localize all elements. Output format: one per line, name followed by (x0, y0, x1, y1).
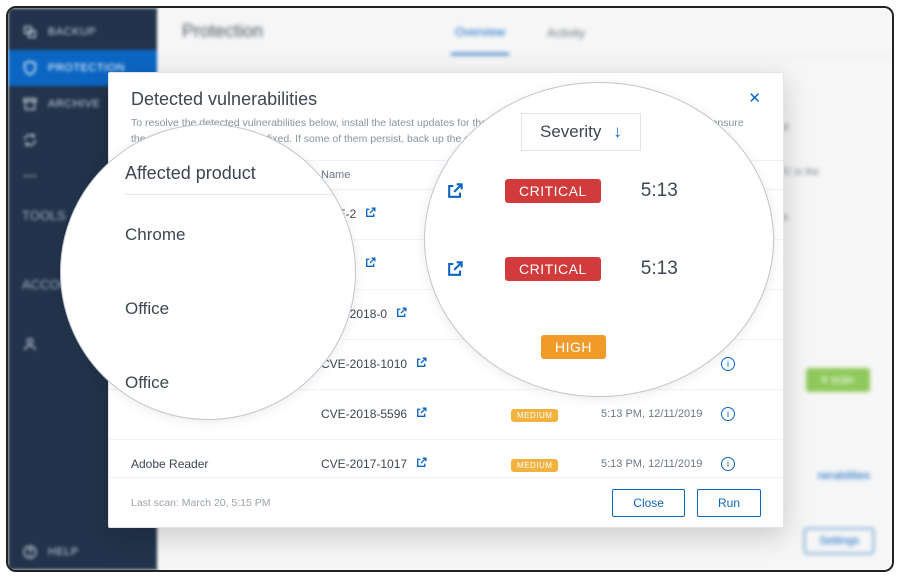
zoom-product-item: Office (125, 299, 169, 319)
cell-severity: MEDIUM (511, 457, 601, 472)
settings-button[interactable]: Settings (804, 528, 874, 554)
external-link-icon[interactable] (415, 356, 428, 372)
modal-title: Detected vulnerabilities (131, 89, 317, 110)
shield-icon (22, 60, 38, 76)
help-icon (22, 544, 38, 560)
zoom-header-product: Affected product (125, 163, 345, 195)
cell-detected: 5:13 PM, 12/11/2019 (601, 408, 721, 420)
table-row[interactable]: Adobe ReaderCVE-2017-1017 MEDIUM 5:13 PM,… (109, 440, 783, 478)
external-link-icon[interactable] (415, 406, 428, 422)
zoom-lens-products: Affected product Chrome Office Office (60, 124, 356, 420)
info-icon[interactable]: i (721, 357, 735, 371)
external-link-icon[interactable] (364, 256, 377, 272)
last-scan-label: Last scan: March 20, 5:15 PM (131, 497, 271, 509)
info-icon[interactable]: i (721, 457, 735, 471)
cell-cve: CVE-2017-1017 (321, 456, 511, 472)
zoom-time: 5:13 (641, 258, 678, 280)
vuln-link-bg[interactable]: nerabilities (817, 470, 870, 482)
sidebar-label: BACKUP (48, 26, 96, 38)
zoom-product-item: Chrome (125, 225, 185, 245)
cell-info[interactable]: i (721, 357, 761, 371)
scan-button-bg[interactable]: k scan (806, 368, 870, 392)
cell-info[interactable]: i (721, 407, 761, 421)
sort-down-icon: ↓ (613, 122, 622, 142)
page-title: Protection (182, 21, 263, 42)
info-icon[interactable]: i (721, 407, 735, 421)
sidebar-item-help[interactable]: HELP (8, 534, 158, 570)
cell-info[interactable]: i (721, 457, 761, 471)
sidebar-item-backup[interactable]: BACKUP (8, 14, 158, 50)
cell-detected: 5:13 PM, 12/11/2019 (601, 458, 721, 470)
sync-icon (22, 132, 38, 148)
external-link-icon[interactable] (445, 181, 465, 201)
external-link-icon[interactable] (364, 206, 377, 222)
archive-icon (22, 96, 38, 112)
zoom-time: 5:13 (641, 180, 678, 202)
cell-severity: MEDIUM (511, 407, 601, 422)
cell-product: Adobe Reader (131, 457, 321, 471)
external-link-icon[interactable] (445, 259, 465, 279)
zoom-lens-severity: Severity ↓ CRITICAL 5:13 CRITICAL 5:13 H… (424, 82, 774, 397)
cell-cve: CVE-2018-1010 (321, 356, 511, 372)
zoom-header-severity: Severity ↓ (521, 113, 641, 151)
sidebar-label: ARCHIVE (48, 98, 100, 110)
severity-badge: CRITICAL (505, 257, 601, 281)
cell-cve: CVE-2018-5596 (321, 406, 511, 422)
backup-icon (22, 24, 38, 40)
severity-badge: CRITICAL (505, 179, 601, 203)
severity-badge: HIGH (541, 335, 606, 359)
run-button[interactable]: Run (697, 489, 761, 517)
external-link-icon[interactable] (415, 456, 428, 472)
dots-icon (22, 168, 38, 184)
tab-overview[interactable]: Overview (451, 9, 509, 55)
close-button[interactable]: Close (612, 489, 685, 517)
close-icon[interactable]: ✕ (748, 89, 761, 107)
severity-badge: MEDIUM (511, 459, 558, 472)
user-icon (22, 336, 38, 352)
severity-badge: MEDIUM (511, 409, 558, 422)
sidebar-label: HELP (48, 546, 79, 558)
zoom-product-item: Office (125, 373, 169, 393)
external-link-icon[interactable] (395, 306, 408, 322)
tab-activity[interactable]: Activity (543, 10, 589, 54)
